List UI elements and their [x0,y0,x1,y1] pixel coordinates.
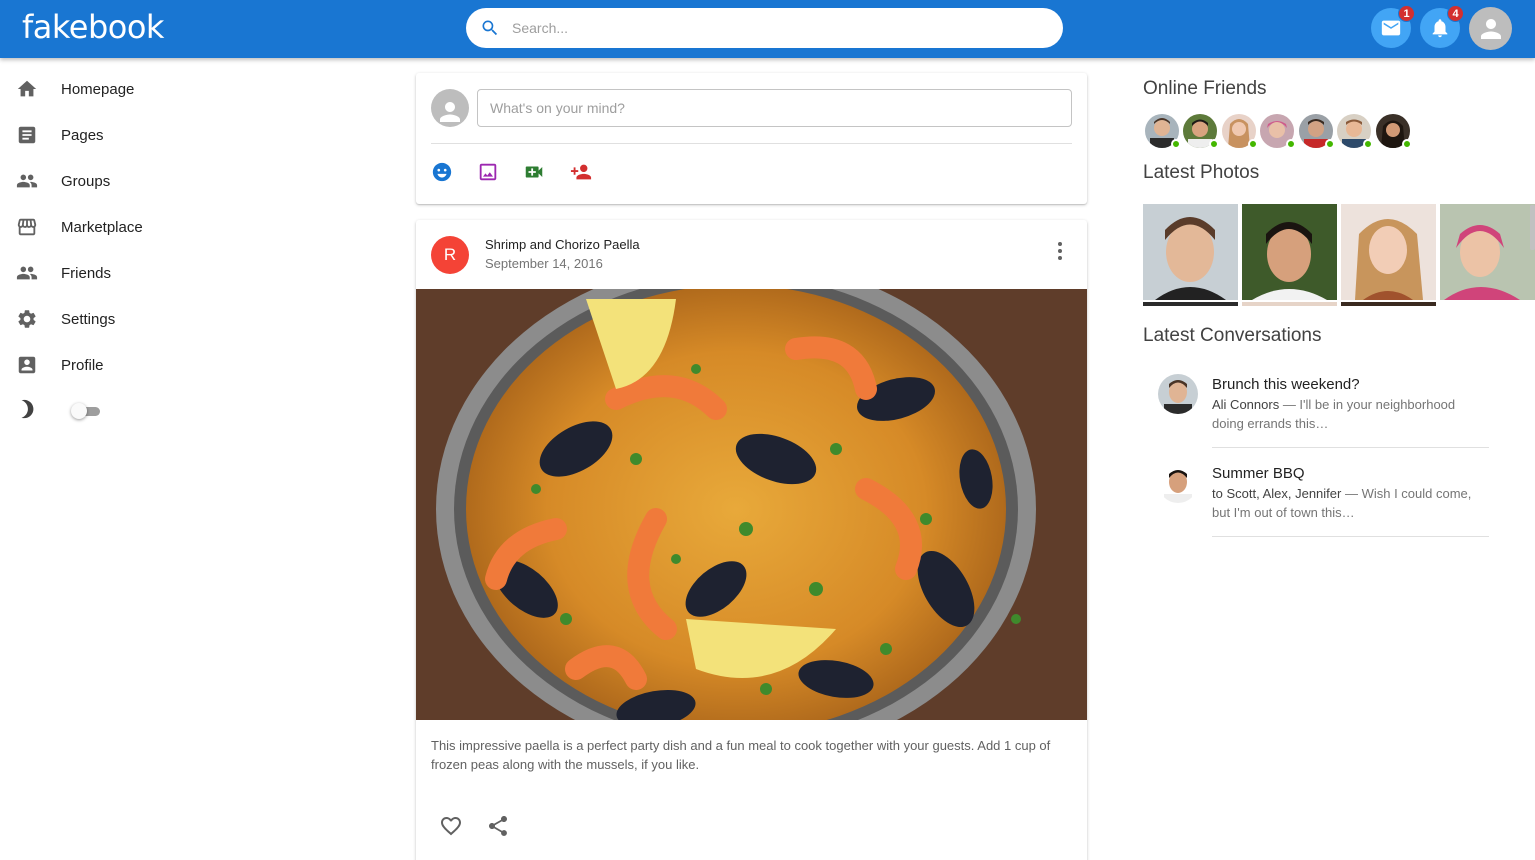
conversation-title[interactable]: Brunch this weekend? [1212,376,1360,393]
composer-avatar [431,89,469,127]
divider [431,143,1072,144]
article-icon [18,126,36,144]
sidebar-item-label: Homepage [61,80,135,98]
conversation-participants: Ali Connors [1212,397,1280,412]
photo-strip [1143,302,1238,306]
person-icon [1480,18,1501,39]
post-title: Shrimp and Chorizo Paella [485,237,640,252]
sidebar-item-label: Settings [61,310,116,328]
sidebar-item-pages[interactable]: Pages [0,112,230,158]
sidebar-item-marketplace[interactable]: Marketplace [0,204,230,250]
post-date: September 14, 2016 [485,256,603,271]
sidebar-item-label: Profile [61,356,104,374]
online-friend-avatar[interactable] [1297,112,1335,150]
messages-button[interactable]: 1 [1371,5,1415,48]
latest-photo[interactable] [1440,204,1535,300]
latest-photos-heading: Latest Photos [1143,162,1260,183]
messages-badge: 1 [1398,5,1415,22]
sidebar-item-label: Groups [61,172,111,190]
online-friend-avatar[interactable] [1258,112,1296,150]
more-vert-icon[interactable] [1052,240,1068,262]
conversation-avatar[interactable] [1158,463,1198,503]
dark-mode-icon [21,399,34,419]
video-icon[interactable] [523,161,545,183]
gear-icon [18,310,36,328]
search-icon [482,20,498,36]
composer-input[interactable] [477,89,1072,127]
online-friend-avatar[interactable] [1374,112,1412,150]
person-icon [440,102,460,122]
photo-strip [1341,302,1436,306]
profile-icon [18,356,36,374]
online-status-dot [1402,139,1412,149]
sidebar-nav: Homepage Pages Groups Marketplace Friend… [0,66,230,388]
friends-icon [16,266,38,280]
sidebar-item-label: Friends [61,264,112,282]
online-friends-heading: Online Friends [1143,78,1267,99]
divider [1212,536,1489,537]
conversation-preview: Ali Connors — I'll be in your neighborho… [1212,395,1487,433]
sidebar-item-homepage[interactable]: Homepage [0,66,230,112]
sidebar-item-label: Pages [61,126,104,144]
online-status-dot [1171,139,1181,149]
conversation-participants: to Scott, Alex, Jennifer [1212,486,1342,501]
groups-icon [16,174,38,188]
mail-icon [1381,20,1401,36]
post-card: R Shrimp and Chorizo Paella September 14… [416,220,1087,860]
home-icon [17,80,37,97]
online-friend-avatar[interactable] [1143,112,1181,150]
favorite-icon[interactable] [439,814,463,838]
post-composer [416,73,1087,204]
sidebar-item-friends[interactable]: Friends [0,250,230,296]
latest-conversations-heading: Latest Conversations [1143,325,1322,346]
divider [1212,447,1489,448]
online-status-dot [1209,139,1219,149]
online-status-dot [1325,139,1335,149]
notifications-badge: 4 [1447,5,1464,22]
conversation-preview: to Scott, Alex, Jennifer — Wish I could … [1212,484,1487,522]
sidebar-item-label: Marketplace [61,218,143,236]
search-box[interactable] [466,8,1063,48]
online-status-dot [1286,139,1296,149]
online-status-dot [1363,139,1373,149]
online-friend-avatar[interactable] [1335,112,1373,150]
post-author-avatar[interactable]: R [431,236,469,274]
latest-photo[interactable] [1143,204,1238,300]
notifications-button[interactable]: 4 [1420,5,1464,48]
photo-strip [1242,302,1337,306]
storefront-icon [17,218,37,236]
emoji-icon[interactable] [431,161,453,183]
paella-photo [416,289,1087,720]
online-friend-avatar[interactable] [1181,112,1219,150]
sidebar-item-profile[interactable]: Profile [0,342,230,388]
share-icon[interactable] [486,814,510,838]
latest-photo[interactable] [1242,204,1337,300]
bell-icon [1432,19,1448,38]
sidebar-item-groups[interactable]: Groups [0,158,230,204]
search-input[interactable] [512,18,1032,38]
photos-scrollbar[interactable] [1530,205,1535,250]
app-bar: fakebook 1 4 [0,0,1535,58]
dark-mode-toggle[interactable] [71,403,87,419]
image-icon[interactable] [477,161,499,183]
account-avatar-button[interactable] [1469,7,1512,50]
tag-friend-icon[interactable] [569,161,593,183]
conversation-avatar[interactable] [1158,374,1198,414]
conversation-title[interactable]: Summer BBQ [1212,465,1305,482]
post-body: This impressive paella is a perfect part… [431,738,1051,772]
latest-photo[interactable] [1341,204,1436,300]
post-image[interactable] [416,289,1087,720]
online-friend-avatar[interactable] [1220,112,1258,150]
online-status-dot [1248,139,1258,149]
app-logo[interactable]: fakebook [22,8,164,46]
sidebar-item-settings[interactable]: Settings [0,296,230,342]
